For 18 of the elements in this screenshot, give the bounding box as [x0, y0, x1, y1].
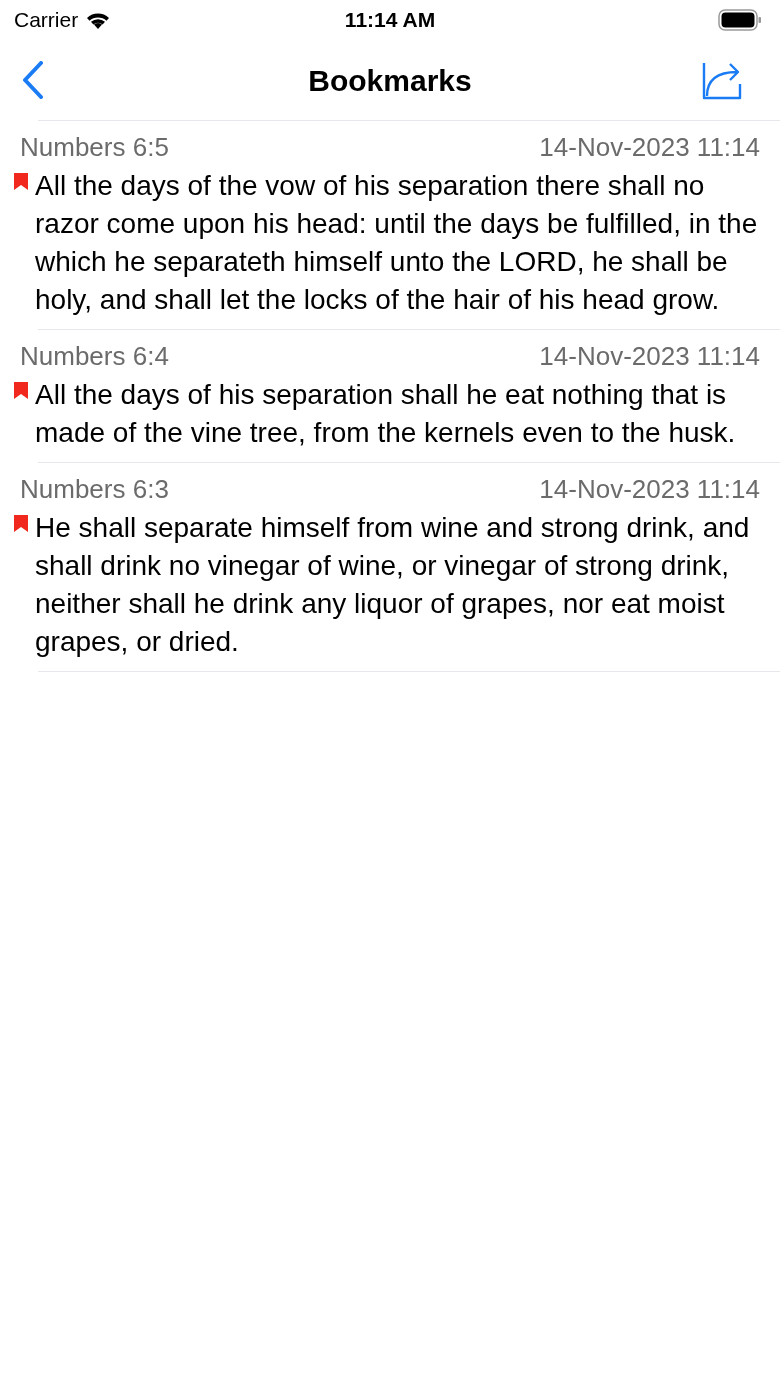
bookmark-icon: [14, 382, 28, 399]
bookmark-date: 14-Nov-2023 11:14: [539, 473, 760, 506]
verse-reference: Numbers 6:3: [20, 473, 169, 506]
verse-reference: Numbers 6:5: [20, 131, 169, 164]
bookmark-icon: [14, 515, 28, 532]
clock-time: 11:14 AM: [344, 7, 436, 34]
verse-text: He shall separate himself from wine and strong drink, and shall drink no vinegar of wine, or vinegar of strong drink, neither shall he drink any liquor of grapes, nor eat moist grapes, or dried.: [35, 511, 751, 659]
verse-text: All the days of his separation shall he eat nothing that is made of the vine tree, from the kernels even to the husk.: [35, 378, 737, 450]
carrier-label: Carrier: [14, 7, 79, 34]
verse-text: All the days of the vow of his separation there shall no razor come upon his head: until the days be fulfilled, in the which he separateth himself unto the LORD, he shall be holy, and shall let the locks of the hair of his head grow.: [35, 169, 759, 317]
bookmark-date: 14-Nov-2023 11:14: [539, 340, 760, 373]
nav-title: Bookmarks: [308, 62, 472, 99]
bookmark-date: 14-Nov-2023 11:14: [539, 131, 760, 164]
battery-icon: [718, 9, 762, 31]
share-icon: [702, 60, 744, 100]
verse-reference: Numbers 6:4: [20, 340, 169, 373]
back-chevron-icon: [22, 61, 44, 99]
bookmark-icon: [14, 173, 28, 190]
